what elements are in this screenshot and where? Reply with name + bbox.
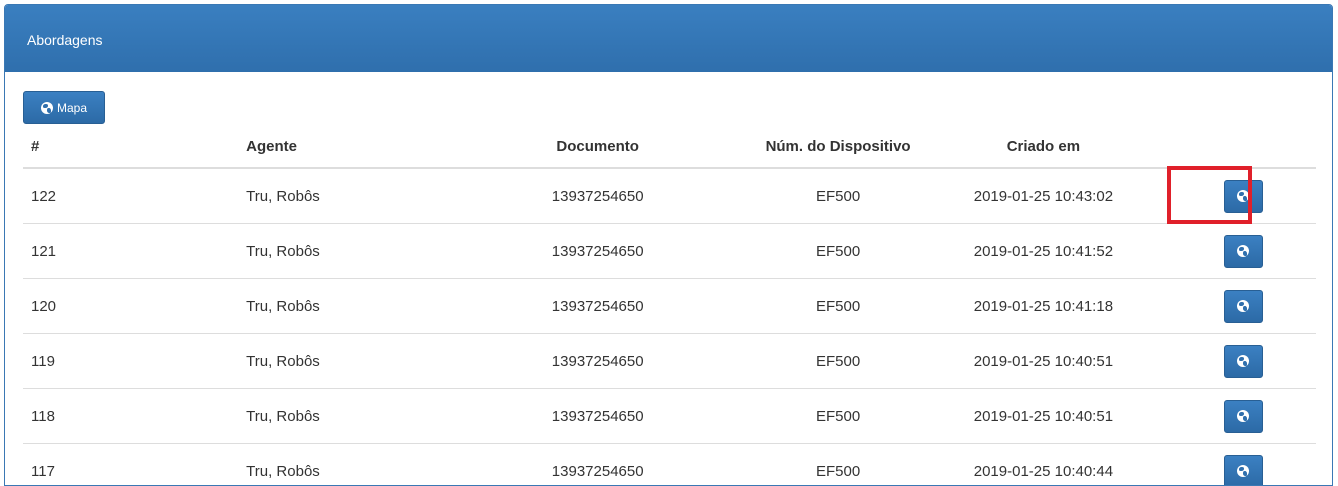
abordagens-table: # Agente Documento Núm. do Dispositivo C…	[23, 125, 1316, 486]
cell-id: 121	[23, 224, 176, 279]
cell-created: 2019-01-25 10:41:18	[917, 279, 1151, 334]
column-header-created[interactable]: Criado em	[917, 125, 1151, 168]
cell-document: 13937254650	[456, 334, 720, 389]
column-header-device[interactable]: Núm. do Dispositivo	[720, 125, 917, 168]
table-row: 119 Tru, Robôs 13937254650 EF500 2019-01…	[23, 334, 1316, 389]
cell-agent: Tru, Robôs	[176, 444, 456, 486]
map-button[interactable]: Mapa	[23, 91, 105, 124]
cell-action	[1150, 444, 1316, 486]
cell-created: 2019-01-25 10:40:44	[917, 444, 1151, 486]
cell-device: EF500	[720, 224, 917, 279]
cell-action	[1150, 224, 1316, 279]
cell-document: 13937254650	[456, 168, 720, 224]
column-header-agent[interactable]: Agente	[176, 125, 456, 168]
cell-document: 13937254650	[456, 224, 720, 279]
column-header-document[interactable]: Documento	[456, 125, 720, 168]
cell-agent: Tru, Robôs	[176, 279, 456, 334]
table-row: 120 Tru, Robôs 13937254650 EF500 2019-01…	[23, 279, 1316, 334]
cell-document: 13937254650	[456, 279, 720, 334]
cell-id: 120	[23, 279, 176, 334]
cell-action	[1150, 168, 1316, 224]
cell-created: 2019-01-25 10:40:51	[917, 389, 1151, 444]
cell-device: EF500	[720, 389, 917, 444]
globe-icon	[41, 102, 53, 114]
cell-created: 2019-01-25 10:41:52	[917, 224, 1151, 279]
globe-icon	[1237, 300, 1249, 312]
cell-device: EF500	[720, 168, 917, 224]
panel-heading: Abordagens	[5, 5, 1332, 72]
table-row: 118 Tru, Robôs 13937254650 EF500 2019-01…	[23, 389, 1316, 444]
globe-icon	[1237, 245, 1249, 257]
cell-document: 13937254650	[456, 444, 720, 486]
cell-device: EF500	[720, 334, 917, 389]
cell-action	[1150, 389, 1316, 444]
cell-created: 2019-01-25 10:40:51	[917, 334, 1151, 389]
table-row: 122 Tru, Robôs 13937254650 EF500 2019-01…	[23, 168, 1316, 224]
table-header-row: # Agente Documento Núm. do Dispositivo C…	[23, 125, 1316, 168]
cell-action	[1150, 334, 1316, 389]
cell-id: 118	[23, 389, 176, 444]
row-map-button[interactable]	[1224, 345, 1263, 378]
globe-icon	[1237, 465, 1249, 477]
cell-action	[1150, 279, 1316, 334]
table-row: 117 Tru, Robôs 13937254650 EF500 2019-01…	[23, 444, 1316, 486]
abordagens-panel: Abordagens Mapa # Agente Documento Núm. …	[4, 4, 1333, 486]
cell-agent: Tru, Robôs	[176, 224, 456, 279]
row-map-button[interactable]	[1224, 235, 1263, 268]
globe-icon	[1237, 190, 1249, 202]
table-row: 121 Tru, Robôs 13937254650 EF500 2019-01…	[23, 224, 1316, 279]
cell-id: 119	[23, 334, 176, 389]
column-header-id[interactable]: #	[23, 125, 176, 168]
cell-id: 117	[23, 444, 176, 486]
column-header-action	[1150, 125, 1316, 168]
row-map-button[interactable]	[1224, 400, 1263, 433]
map-button-label: Mapa	[57, 101, 87, 115]
row-map-button[interactable]	[1224, 455, 1263, 486]
panel-title: Abordagens	[27, 32, 103, 48]
globe-icon	[1237, 355, 1249, 367]
cell-device: EF500	[720, 279, 917, 334]
cell-document: 13937254650	[456, 389, 720, 444]
cell-agent: Tru, Robôs	[176, 334, 456, 389]
cell-agent: Tru, Robôs	[176, 168, 456, 224]
row-map-button[interactable]	[1224, 290, 1263, 323]
cell-id: 122	[23, 168, 176, 224]
row-map-button[interactable]	[1224, 180, 1263, 213]
cell-agent: Tru, Robôs	[176, 389, 456, 444]
globe-icon	[1237, 410, 1249, 422]
cell-device: EF500	[720, 444, 917, 486]
cell-created: 2019-01-25 10:43:02	[917, 168, 1151, 224]
